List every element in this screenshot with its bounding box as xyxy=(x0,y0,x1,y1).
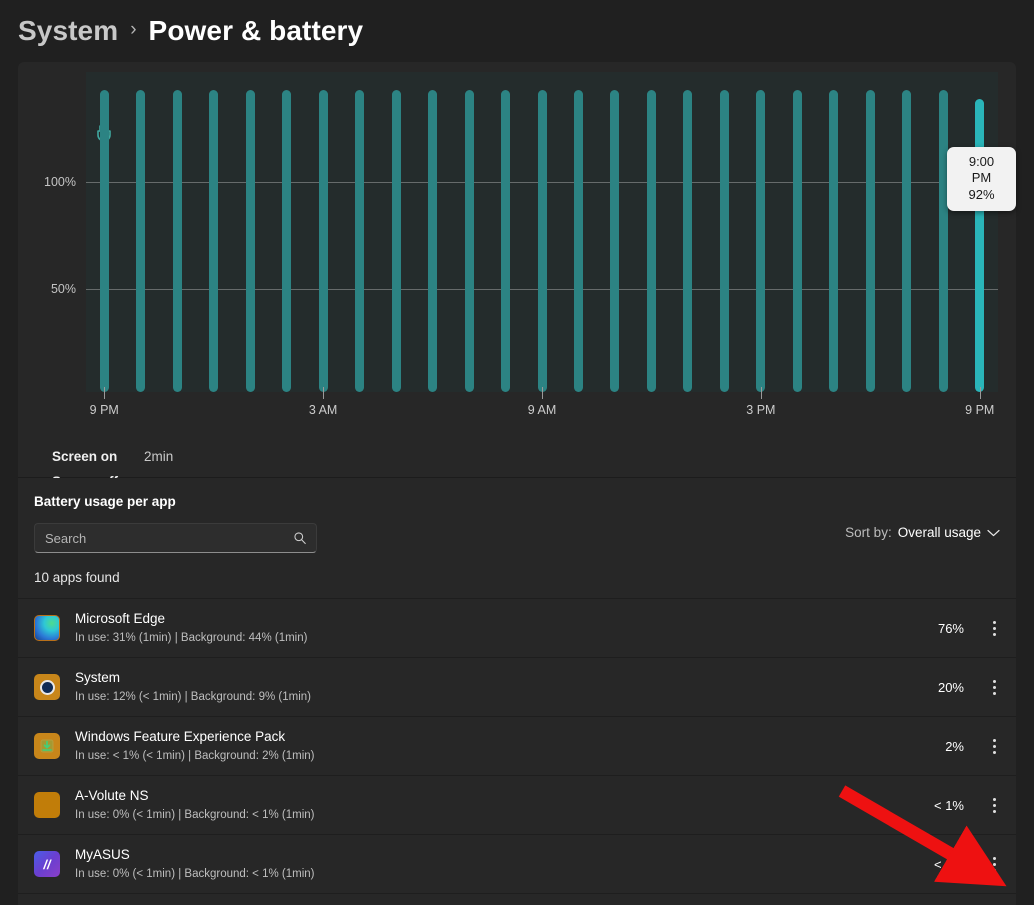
x-axis-label: 9 PM xyxy=(90,403,119,417)
x-axis-label: 3 AM xyxy=(309,403,338,417)
chart-bar[interactable] xyxy=(246,90,255,392)
windows-feature-experience-pack-icon xyxy=(34,733,60,759)
chart-bar[interactable] xyxy=(720,90,729,392)
chart-bar[interactable] xyxy=(173,90,182,392)
app-row[interactable]: Windows Feature Experience Pack In use: <… xyxy=(18,717,1016,776)
tooltip-level: 92% xyxy=(958,187,1005,203)
app-row[interactable]: A-Volute NS In use: 0% (< 1min) | Backgro… xyxy=(18,776,1016,835)
apps-found-count: 10 apps found xyxy=(18,553,1016,585)
search-box[interactable] xyxy=(34,523,317,553)
chart-bar[interactable] xyxy=(829,90,838,392)
chart-bar[interactable] xyxy=(975,99,984,392)
chart-bar[interactable] xyxy=(538,90,547,392)
app-usage-percent: 76% xyxy=(904,621,964,636)
chart-bar[interactable] xyxy=(136,90,145,392)
y-axis-label-100: 100% xyxy=(18,175,76,189)
app-name: A-Volute NS xyxy=(75,787,904,805)
more-options-button[interactable] xyxy=(982,674,1006,700)
chart-bar[interactable] xyxy=(428,90,437,392)
chart-bar[interactable] xyxy=(793,90,802,392)
search-input[interactable] xyxy=(45,531,286,546)
x-axis-label: 9 AM xyxy=(528,403,557,417)
tooltip-time: 9:00 PM xyxy=(958,154,1005,187)
app-text: MyASUS In use: 0% (< 1min) | Background: … xyxy=(75,846,904,881)
app-usage-detail: In use: 12% (< 1min) | Background: 9% (1… xyxy=(75,689,904,705)
app-usage-percent: < 1% xyxy=(904,857,964,872)
app-name: MyASUS xyxy=(75,846,904,864)
app-list: Microsoft Edge In use: 31% (1min) | Backg… xyxy=(18,598,1016,894)
app-name: System xyxy=(75,669,904,687)
battery-level-chart-card: 100% 50% 9 PM 3 AM 9 AM 3 PM 9 PM 9:00 PM 92… xyxy=(18,62,1016,477)
app-row[interactable]: Microsoft Edge In use: 31% (1min) | Backg… xyxy=(18,599,1016,658)
chart-bar[interactable] xyxy=(683,90,692,392)
chart-bar[interactable] xyxy=(465,90,474,392)
chart-bar[interactable] xyxy=(647,90,656,392)
x-axis-tick xyxy=(980,387,981,399)
system-icon xyxy=(34,674,60,700)
app-text: A-Volute NS In use: 0% (< 1min) | Backgro… xyxy=(75,787,904,822)
chart-bar[interactable] xyxy=(902,90,911,392)
y-axis-label-50: 50% xyxy=(18,282,76,296)
app-usage-detail: In use: < 1% (< 1min) | Background: 2% (… xyxy=(75,748,904,764)
app-name: Windows Feature Experience Pack xyxy=(75,728,904,746)
chart-bar[interactable] xyxy=(209,90,218,392)
chart-bar[interactable] xyxy=(319,90,328,392)
chart-tooltip: 9:00 PM 92% xyxy=(947,147,1016,211)
x-axis-label: 9 PM xyxy=(965,403,994,417)
myasus-icon: // xyxy=(34,851,60,877)
x-axis-tick xyxy=(104,387,105,399)
breadcrumb: System › Power & battery xyxy=(0,0,1034,62)
x-axis-tick xyxy=(323,387,324,399)
app-usage-percent: 2% xyxy=(904,739,964,754)
app-usage-percent: 20% xyxy=(904,680,964,695)
sort-by-value: Overall usage xyxy=(898,525,981,540)
more-options-button[interactable] xyxy=(982,615,1006,641)
chart-bar[interactable] xyxy=(355,90,364,392)
app-usage-detail: In use: 0% (< 1min) | Background: < 1% (… xyxy=(75,807,904,823)
chart-bar[interactable] xyxy=(610,90,619,392)
battery-usage-per-app-card: Battery usage per app Sort by: Overall u… xyxy=(18,478,1016,905)
chevron-down-icon[interactable] xyxy=(987,529,1000,537)
chart-bar[interactable] xyxy=(756,90,765,392)
x-axis-tick xyxy=(542,387,543,399)
chart-bar[interactable] xyxy=(392,90,401,392)
sort-by-dropdown[interactable]: Sort by: Overall usage xyxy=(845,525,1000,540)
more-options-button[interactable] xyxy=(982,851,1006,877)
app-usage-detail: In use: 31% (1min) | Background: 44% (1m… xyxy=(75,630,904,646)
chart-bar[interactable] xyxy=(574,90,583,392)
breadcrumb-parent-system[interactable]: System xyxy=(18,15,118,47)
breadcrumb-separator-icon: › xyxy=(128,19,138,43)
app-text: Microsoft Edge In use: 31% (1min) | Backg… xyxy=(75,610,904,645)
search-icon[interactable] xyxy=(293,531,307,545)
chart-bar[interactable] xyxy=(866,90,875,392)
stat-row-screen-on: Screen on 2min xyxy=(52,444,452,469)
stat-label-screen-on: Screen on xyxy=(52,449,144,464)
page-title: Power & battery xyxy=(149,15,364,47)
section-title-battery-usage-per-app: Battery usage per app xyxy=(18,494,1016,509)
app-row[interactable]: System In use: 12% (< 1min) | Background:… xyxy=(18,658,1016,717)
chart-bar[interactable] xyxy=(282,90,291,392)
app-row[interactable]: // MyASUS In use: 0% (< 1min) | Background… xyxy=(18,835,1016,894)
a-volute-icon xyxy=(34,792,60,818)
sort-by-label: Sort by: xyxy=(845,525,892,540)
chart-x-axis: 9 PM 3 AM 9 AM 3 PM 9 PM xyxy=(86,387,998,427)
app-list-controls: Sort by: Overall usage xyxy=(18,509,1016,553)
chart-bar[interactable] xyxy=(501,90,510,392)
app-usage-percent: < 1% xyxy=(904,798,964,813)
chart-bars[interactable] xyxy=(86,72,998,392)
app-name: Microsoft Edge xyxy=(75,610,904,628)
app-text: Windows Feature Experience Pack In use: <… xyxy=(75,728,904,763)
x-axis-label: 3 PM xyxy=(746,403,775,417)
more-options-button[interactable] xyxy=(982,733,1006,759)
app-usage-detail: In use: 0% (< 1min) | Background: < 1% (… xyxy=(75,866,904,882)
x-axis-tick xyxy=(761,387,762,399)
stat-value-screen-on: 2min xyxy=(144,449,173,464)
edge-icon xyxy=(34,615,60,641)
more-options-button[interactable] xyxy=(982,792,1006,818)
app-text: System In use: 12% (< 1min) | Background:… xyxy=(75,669,904,704)
chart-bar[interactable] xyxy=(100,90,109,392)
chart-bar[interactable] xyxy=(939,90,948,392)
